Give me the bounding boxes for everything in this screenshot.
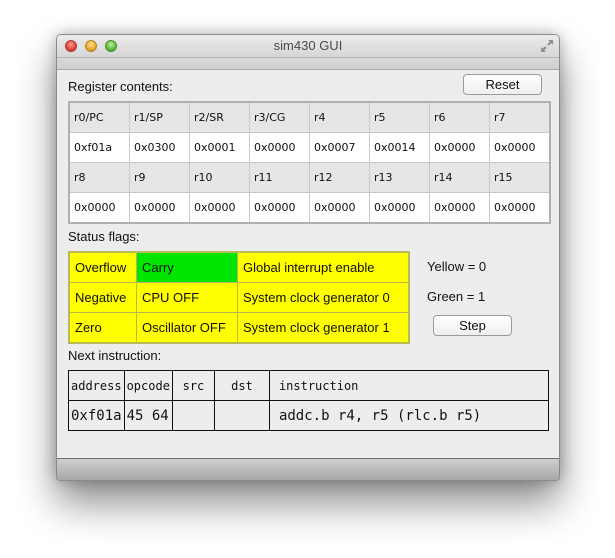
instruction-src <box>171 400 215 431</box>
flag-overflow: Overflow <box>68 251 137 283</box>
flag-negative: Negative <box>68 282 137 313</box>
register-table: r0/PC r1/SP r2/SR r3/CG r4 r5 r6 r7 0xf01a 0x0300… <box>68 101 551 224</box>
register-name-row: r0/PC r1/SP r2/SR r3/CG r4 r5 r6 r7 <box>68 101 551 133</box>
instruction-dst <box>213 400 270 431</box>
app-window: sim430 GUI Register contents: Reset r0/P… <box>56 34 560 481</box>
register-name: r7 <box>489 101 551 133</box>
register-value: 0x0000 <box>249 192 310 224</box>
flag-cpu-off: CPU OFF <box>136 282 238 313</box>
register-value: 0x0000 <box>189 192 250 224</box>
fullscreen-icon[interactable] <box>540 39 554 53</box>
instruction-header-row: address opcode src dst instruction <box>68 370 550 401</box>
register-name: r2/SR <box>189 101 250 133</box>
register-name-row: r8 r9 r10 r11 r12 r13 r14 r15 <box>68 162 551 193</box>
legend-yellow: Yellow = 0 <box>427 259 487 274</box>
toolbar-strip <box>57 58 559 70</box>
register-name: r14 <box>429 162 490 193</box>
status-flags-table: Overflow Carry Global interrupt enable Nega… <box>68 251 410 344</box>
register-name: r3/CG <box>249 101 310 133</box>
register-value-row: 0xf01a 0x0300 0x0001 0x0000 0x0007 0x0014 0x00… <box>68 132 551 163</box>
flag-system-clock-generator-1: System clock generator 1 <box>237 312 410 344</box>
register-name: r11 <box>249 162 310 193</box>
register-value: 0x0000 <box>309 192 370 224</box>
status-flags-label: Status flags: <box>68 229 140 244</box>
register-value: 0x0001 <box>189 132 250 163</box>
register-value: 0x0014 <box>369 132 430 163</box>
register-name: r12 <box>309 162 370 193</box>
step-button[interactable]: Step <box>433 315 512 336</box>
header-opcode: opcode <box>123 370 173 401</box>
register-value: 0x0000 <box>369 192 430 224</box>
register-value: 0x0000 <box>249 132 310 163</box>
instruction-opcode: 45 64 <box>123 400 173 431</box>
title-bar[interactable]: sim430 GUI <box>57 35 559 58</box>
register-value: 0x0000 <box>68 192 130 224</box>
flag-system-clock-generator-0: System clock generator 0 <box>237 282 410 313</box>
register-value: 0x0000 <box>489 132 551 163</box>
register-name: r4 <box>309 101 370 133</box>
register-name: r8 <box>68 162 130 193</box>
register-value-row: 0x0000 0x0000 0x0000 0x0000 0x0000 0x0000 0x00… <box>68 192 551 224</box>
register-value: 0x0000 <box>489 192 551 224</box>
flags-row: Negative CPU OFF System clock generator 0 <box>68 282 410 313</box>
bottom-bar <box>57 458 559 480</box>
register-name: r10 <box>189 162 250 193</box>
register-value: 0x0000 <box>429 192 490 224</box>
register-name: r6 <box>429 101 490 133</box>
flag-oscillator-off: Oscillator OFF <box>136 312 238 344</box>
header-address: address <box>68 370 125 401</box>
next-instruction-label: Next instruction: <box>68 348 162 363</box>
flag-carry: Carry <box>136 251 238 283</box>
register-value: 0x0000 <box>129 192 190 224</box>
instruction-row: 0xf01a 45 64 addc.b r4, r5 (rlc.b r5) <box>68 400 550 431</box>
register-name: r9 <box>129 162 190 193</box>
flags-row: Zero Oscillator OFF System clock generator… <box>68 312 410 344</box>
register-value: 0x0300 <box>129 132 190 163</box>
register-name: r0/PC <box>68 101 130 133</box>
register-name: r1/SP <box>129 101 190 133</box>
register-value: 0x0007 <box>309 132 370 163</box>
header-dst: dst <box>213 370 270 401</box>
flag-global-interrupt-enable: Global interrupt enable <box>237 251 410 283</box>
instruction-address: 0xf01a <box>68 400 125 431</box>
register-value: 0x0000 <box>429 132 490 163</box>
register-value: 0xf01a <box>68 132 130 163</box>
register-name: r5 <box>369 101 430 133</box>
reset-button[interactable]: Reset <box>463 74 542 95</box>
instruction-text: addc.b r4, r5 (rlc.b r5) <box>268 400 550 431</box>
flag-zero: Zero <box>68 312 137 344</box>
header-instruction: instruction <box>268 370 550 401</box>
legend-green: Green = 1 <box>427 289 486 304</box>
window-title: sim430 GUI <box>273 38 343 53</box>
register-name: r13 <box>369 162 430 193</box>
register-name: r15 <box>489 162 551 193</box>
next-instruction-table: address opcode src dst instruction 0xf01… <box>68 370 550 431</box>
flags-row: Overflow Carry Global interrupt enable <box>68 251 410 283</box>
header-src: src <box>171 370 215 401</box>
register-contents-label: Register contents: <box>68 79 173 94</box>
